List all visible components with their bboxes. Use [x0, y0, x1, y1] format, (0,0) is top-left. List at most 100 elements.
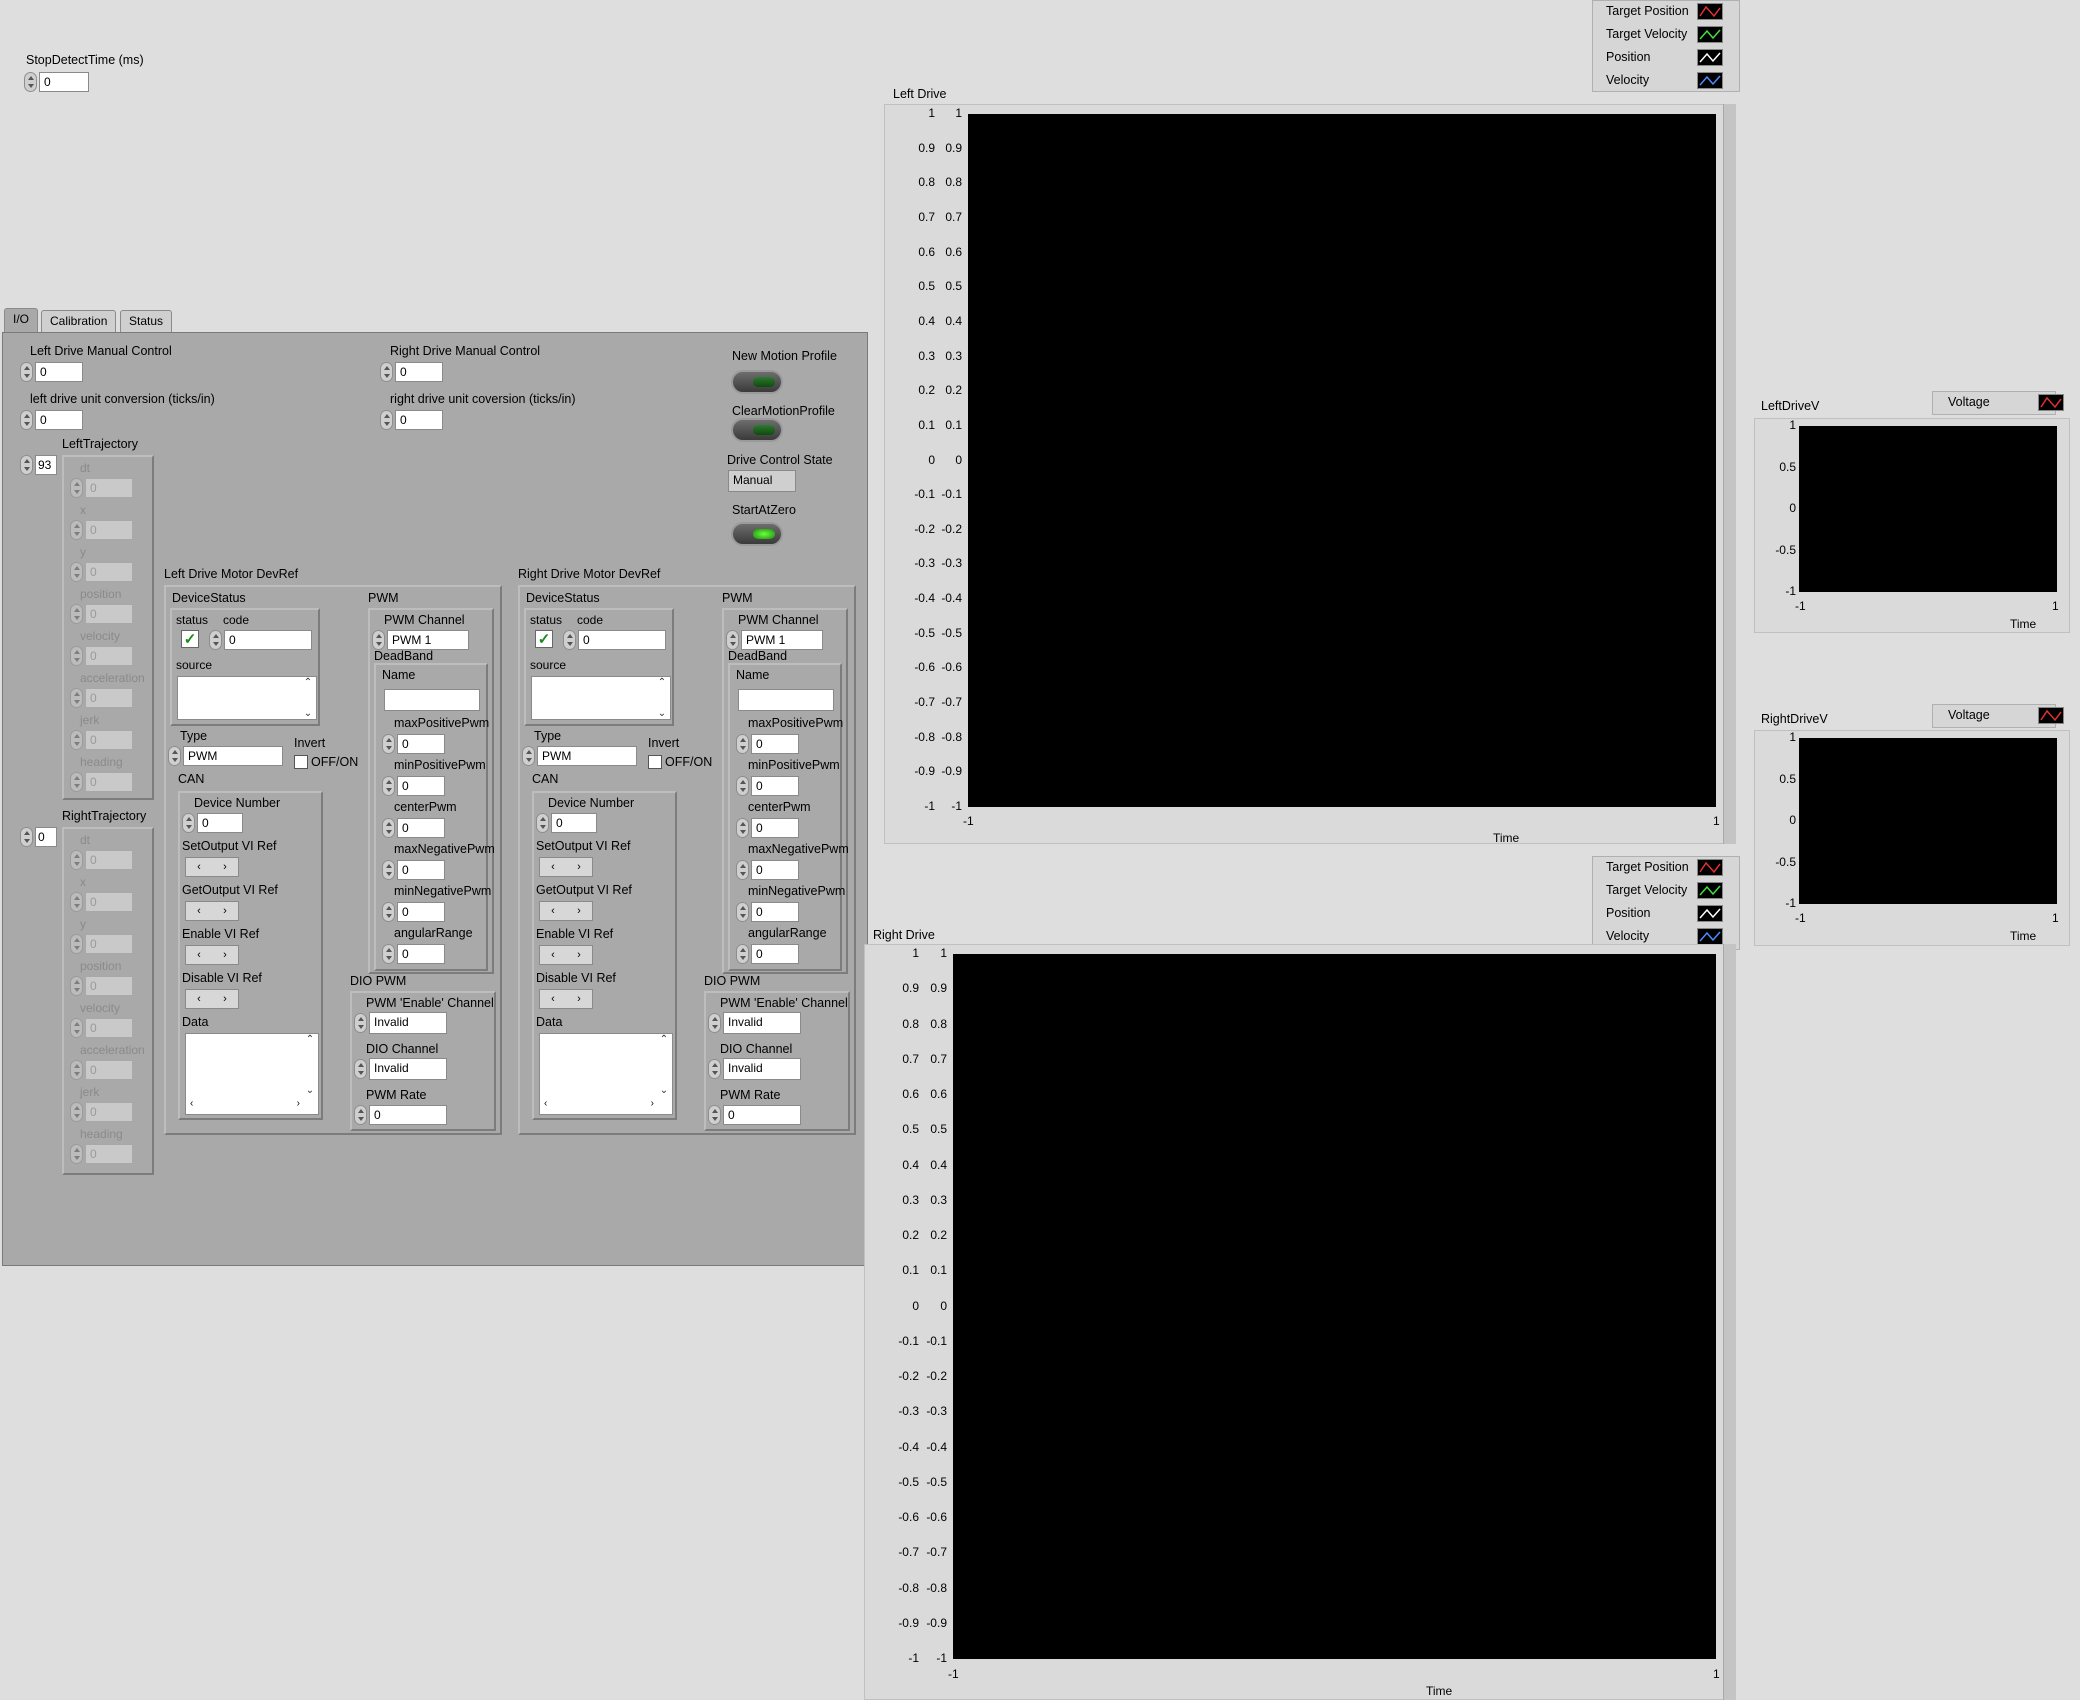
left-dio-channel-control[interactable]: Invalid: [354, 1058, 447, 1080]
spinner-icon[interactable]: [380, 362, 393, 382]
right-name-input[interactable]: [738, 689, 834, 711]
new-motion-profile-toggle[interactable]: [731, 370, 783, 394]
left-name-input[interactable]: [384, 689, 480, 711]
right-type-control[interactable]: PWM: [522, 746, 637, 766]
spinner-icon[interactable]: [382, 776, 395, 796]
spinner-icon[interactable]: [20, 362, 33, 382]
right-conv-control[interactable]: 0: [380, 410, 443, 430]
hscroll-arrows-icon[interactable]: ‹ ›: [544, 1098, 654, 1114]
right-device-number-control[interactable]: 0: [536, 813, 597, 833]
clear-motion-profile-toggle[interactable]: [731, 418, 783, 442]
spinner-icon[interactable]: [708, 1013, 721, 1033]
left-pwm-rate-control[interactable]: 0: [354, 1105, 447, 1125]
stop-detect-input[interactable]: 0: [39, 72, 89, 92]
right-dio-channel-control[interactable]: Invalid: [708, 1058, 801, 1080]
left-pwm-channel-control[interactable]: PWM 1: [372, 630, 469, 650]
left-status-check-icon[interactable]: ✓: [181, 630, 199, 648]
spinner-icon[interactable]: [522, 746, 535, 766]
left-trajectory-index-input[interactable]: 93: [35, 455, 57, 475]
right-source-textarea[interactable]: ⌃ ⌄: [531, 676, 671, 720]
spinner-icon[interactable]: [736, 944, 749, 964]
left-get_output-ref[interactable]: ‹ ›: [185, 901, 239, 921]
scroll-arrows-icon[interactable]: ⌃ ⌄: [300, 677, 316, 719]
spinner-icon[interactable]: [354, 1013, 367, 1033]
spinner-icon[interactable]: [354, 1105, 367, 1125]
left-enable_vi-ref[interactable]: ‹ ›: [185, 945, 239, 965]
left-data-listbox[interactable]: ⌃ ⌄ ‹ ›: [185, 1033, 319, 1115]
spinner-icon[interactable]: [708, 1059, 721, 1079]
right-code-control[interactable]: 0: [563, 630, 666, 650]
right-drive-scrollbar[interactable]: [1723, 944, 1736, 1700]
spinner-icon[interactable]: [736, 734, 749, 754]
right-manual-input[interactable]: 0: [395, 362, 443, 382]
left-type-control[interactable]: PWM: [168, 746, 283, 766]
left-deadband-field-control[interactable]: 0: [382, 818, 445, 838]
left-invert-checkbox[interactable]: [294, 755, 308, 769]
right-type-value[interactable]: PWM: [537, 746, 637, 766]
right-data-listbox[interactable]: ⌃ ⌄ ‹ ›: [539, 1033, 673, 1115]
right-deadband-field-input[interactable]: 0: [751, 818, 799, 838]
right-invert-checkbox[interactable]: [648, 755, 662, 769]
spinner-icon[interactable]: [382, 944, 395, 964]
right-device-number-input[interactable]: 0: [551, 813, 597, 833]
spinner-icon[interactable]: [209, 630, 222, 650]
left-code-input[interactable]: 0: [224, 630, 312, 650]
right-dio-channel-value[interactable]: Invalid: [723, 1058, 801, 1080]
right-trajectory-index-input[interactable]: 0: [35, 827, 57, 847]
right-set_output-ref[interactable]: ‹ ›: [539, 857, 593, 877]
tab-status[interactable]: Status: [120, 310, 173, 332]
left-set_output-ref[interactable]: ‹ ›: [185, 857, 239, 877]
spinner-icon[interactable]: [382, 902, 395, 922]
left-manual-control[interactable]: 0: [20, 362, 83, 382]
right-conv-input[interactable]: 0: [395, 410, 443, 430]
tab-io[interactable]: I/O: [4, 308, 39, 332]
right-deadband-field-control[interactable]: 0: [736, 734, 799, 754]
right-pwm-channel-value[interactable]: PWM 1: [741, 630, 823, 650]
left-deadband-field-input[interactable]: 0: [397, 776, 445, 796]
spinner-icon[interactable]: [736, 818, 749, 838]
right-deadband-field-input[interactable]: 0: [751, 902, 799, 922]
left-deadband-field-input[interactable]: 0: [397, 734, 445, 754]
right-get_output-ref[interactable]: ‹ ›: [539, 901, 593, 921]
spinner-icon[interactable]: [20, 410, 33, 430]
left-pwm-channel-value[interactable]: PWM 1: [387, 630, 469, 650]
spinner-icon[interactable]: [536, 813, 549, 833]
right-disable_vi-ref[interactable]: ‹ ›: [539, 989, 593, 1009]
left-dio-channel-value[interactable]: Invalid: [369, 1058, 447, 1080]
left-disable_vi-ref[interactable]: ‹ ›: [185, 989, 239, 1009]
right-enable_vi-ref[interactable]: ‹ ›: [539, 945, 593, 965]
left-deadband-field-input[interactable]: 0: [397, 902, 445, 922]
tab-calibration[interactable]: Calibration: [41, 310, 117, 332]
left-code-control[interactable]: 0: [209, 630, 312, 650]
right-pwm-channel-control[interactable]: PWM 1: [726, 630, 823, 650]
spinner-icon[interactable]: [382, 860, 395, 880]
spinner-icon[interactable]: [20, 455, 33, 475]
left-conv-input[interactable]: 0: [35, 410, 83, 430]
left-deadband-field-control[interactable]: 0: [382, 776, 445, 796]
right-pwm-enable-value[interactable]: Invalid: [723, 1012, 801, 1034]
left-pwm-enable-value[interactable]: Invalid: [369, 1012, 447, 1034]
spinner-icon[interactable]: [372, 630, 385, 650]
spinner-icon[interactable]: [380, 410, 393, 430]
right-manual-control[interactable]: 0: [380, 362, 443, 382]
spinner-icon[interactable]: [563, 630, 576, 650]
spinner-icon[interactable]: [168, 746, 181, 766]
spinner-icon[interactable]: [24, 72, 37, 92]
spinner-icon[interactable]: [382, 734, 395, 754]
right-deadband-field-control[interactable]: 0: [736, 902, 799, 922]
right-pwm-rate-input[interactable]: 0: [723, 1105, 801, 1125]
left-pwm-rate-input[interactable]: 0: [369, 1105, 447, 1125]
left-conv-control[interactable]: 0: [20, 410, 83, 430]
spinner-icon[interactable]: [736, 776, 749, 796]
right-deadband-field-control[interactable]: 0: [736, 818, 799, 838]
left-deadband-field-control[interactable]: 0: [382, 944, 445, 964]
left-deadband-field-control[interactable]: 0: [382, 860, 445, 880]
left-pwm-enable-control[interactable]: Invalid: [354, 1012, 447, 1034]
right-pwm-rate-control[interactable]: 0: [708, 1105, 801, 1125]
spinner-icon[interactable]: [382, 818, 395, 838]
spinner-icon[interactable]: [726, 630, 739, 650]
right-status-check-icon[interactable]: ✓: [535, 630, 553, 648]
right-deadband-field-control[interactable]: 0: [736, 944, 799, 964]
left-source-textarea[interactable]: ⌃ ⌄: [177, 676, 317, 720]
left-deadband-field-input[interactable]: 0: [397, 860, 445, 880]
